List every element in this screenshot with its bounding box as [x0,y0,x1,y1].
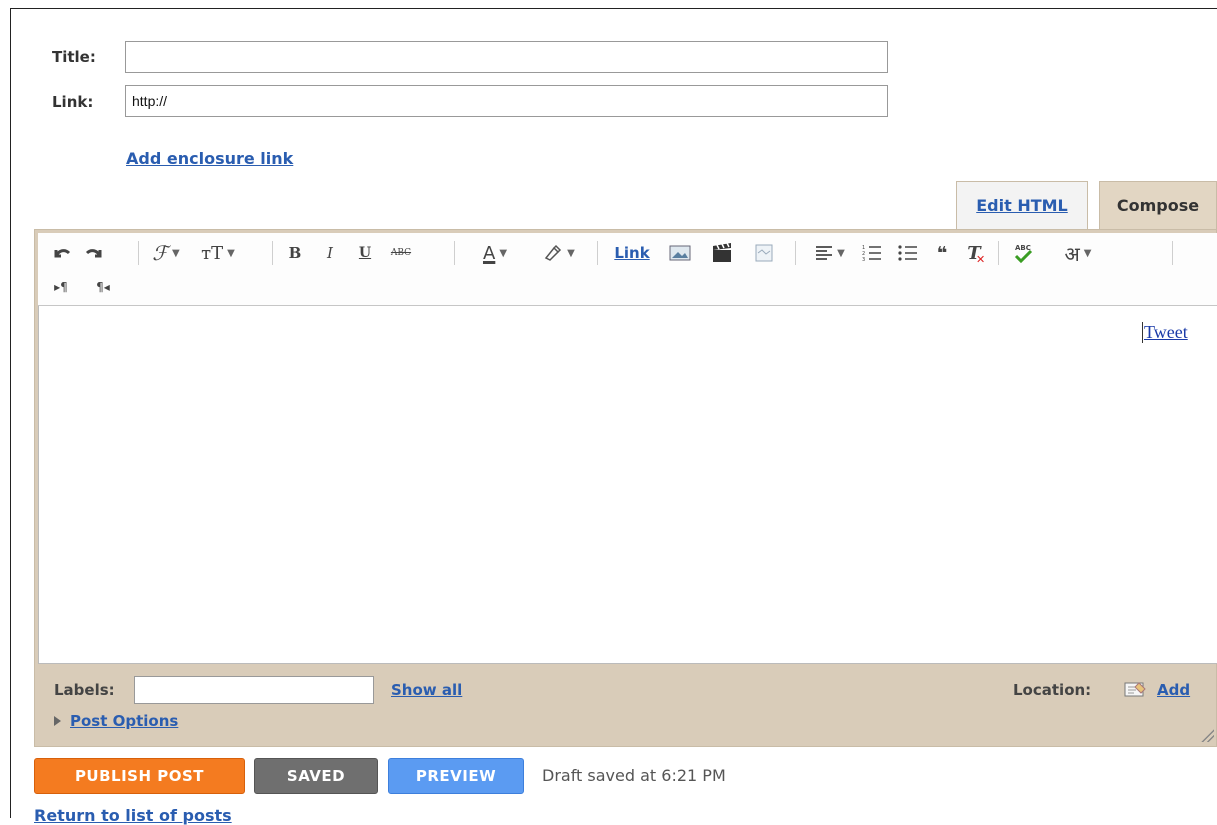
strikethrough-button[interactable]: ABC [386,241,416,265]
font-family-dropdown[interactable]: ℱ ▼ [146,241,186,265]
bullet-list-icon[interactable] [896,241,920,265]
expand-arrow-icon[interactable] [54,716,61,726]
image-icon[interactable] [668,241,692,265]
labels-input[interactable] [134,676,374,704]
clear-x-icon: ✕ [976,253,986,266]
align-left-icon [816,246,833,260]
undo-icon[interactable] [50,241,74,265]
font-size-icon: тT [201,242,224,264]
resize-handle-icon[interactable] [1200,728,1214,742]
background-color-dropdown[interactable]: ▼ [534,241,584,265]
numbered-list-icon[interactable]: 123 [860,241,884,265]
publish-post-button[interactable]: PUBLISH POST [34,758,245,794]
tweet-link[interactable]: Tweet [1142,322,1188,343]
rtl-button[interactable]: ¶◂ [92,275,114,299]
transliterate-icon: अ [1064,241,1080,266]
return-to-posts-link[interactable]: Return to list of posts [34,806,232,825]
text-color-icon: A [482,242,496,264]
show-all-link[interactable]: Show all [391,681,462,699]
transliterate-dropdown[interactable]: अ ▼ [1050,241,1106,266]
tab-edit-html-label: Edit HTML [976,196,1068,215]
video-icon[interactable] [710,241,734,265]
draft-status: Draft saved at 6:21 PM [542,766,726,785]
font-size-dropdown[interactable]: тT ▼ [196,241,240,265]
link-label: Link: [52,93,94,111]
title-label: Title: [52,48,96,66]
font-icon: ℱ [152,241,169,265]
align-dropdown[interactable]: ▼ [810,241,850,265]
link-input[interactable] [125,85,888,117]
highlighter-icon [544,244,562,261]
location-add-link[interactable]: Add [1157,681,1190,699]
labels-label: Labels: [54,681,115,699]
link-button[interactable]: Link [610,241,654,265]
post-options-link[interactable]: Post Options [70,712,178,730]
saved-button[interactable]: SAVED [254,758,378,794]
italic-button[interactable]: I [320,241,340,265]
add-enclosure-link[interactable]: Add enclosure link [126,149,293,168]
post-body-editor[interactable] [38,306,1217,664]
svg-text:ABC: ABC [1015,244,1031,252]
tab-compose[interactable]: Compose [1099,181,1217,229]
svg-text:3: 3 [862,257,865,262]
redo-icon[interactable] [82,241,106,265]
bold-button[interactable]: B [285,241,305,265]
preview-button[interactable]: PREVIEW [388,758,524,794]
underline-button[interactable]: U [355,241,375,265]
ltr-button[interactable]: ▸¶ [50,275,72,299]
spellcheck-icon[interactable]: ABC [1010,241,1036,265]
title-input[interactable] [125,41,888,73]
text-color-dropdown[interactable]: A ▼ [470,241,520,265]
quote-icon[interactable]: ❝ [930,241,954,265]
location-label: Location: [1013,681,1092,699]
clear-formatting-icon[interactable]: T ✕ [962,241,986,267]
jump-break-icon[interactable] [752,241,776,265]
tab-edit-html[interactable]: Edit HTML [956,181,1088,229]
tab-compose-label: Compose [1116,196,1200,215]
location-icon[interactable] [1123,680,1149,698]
